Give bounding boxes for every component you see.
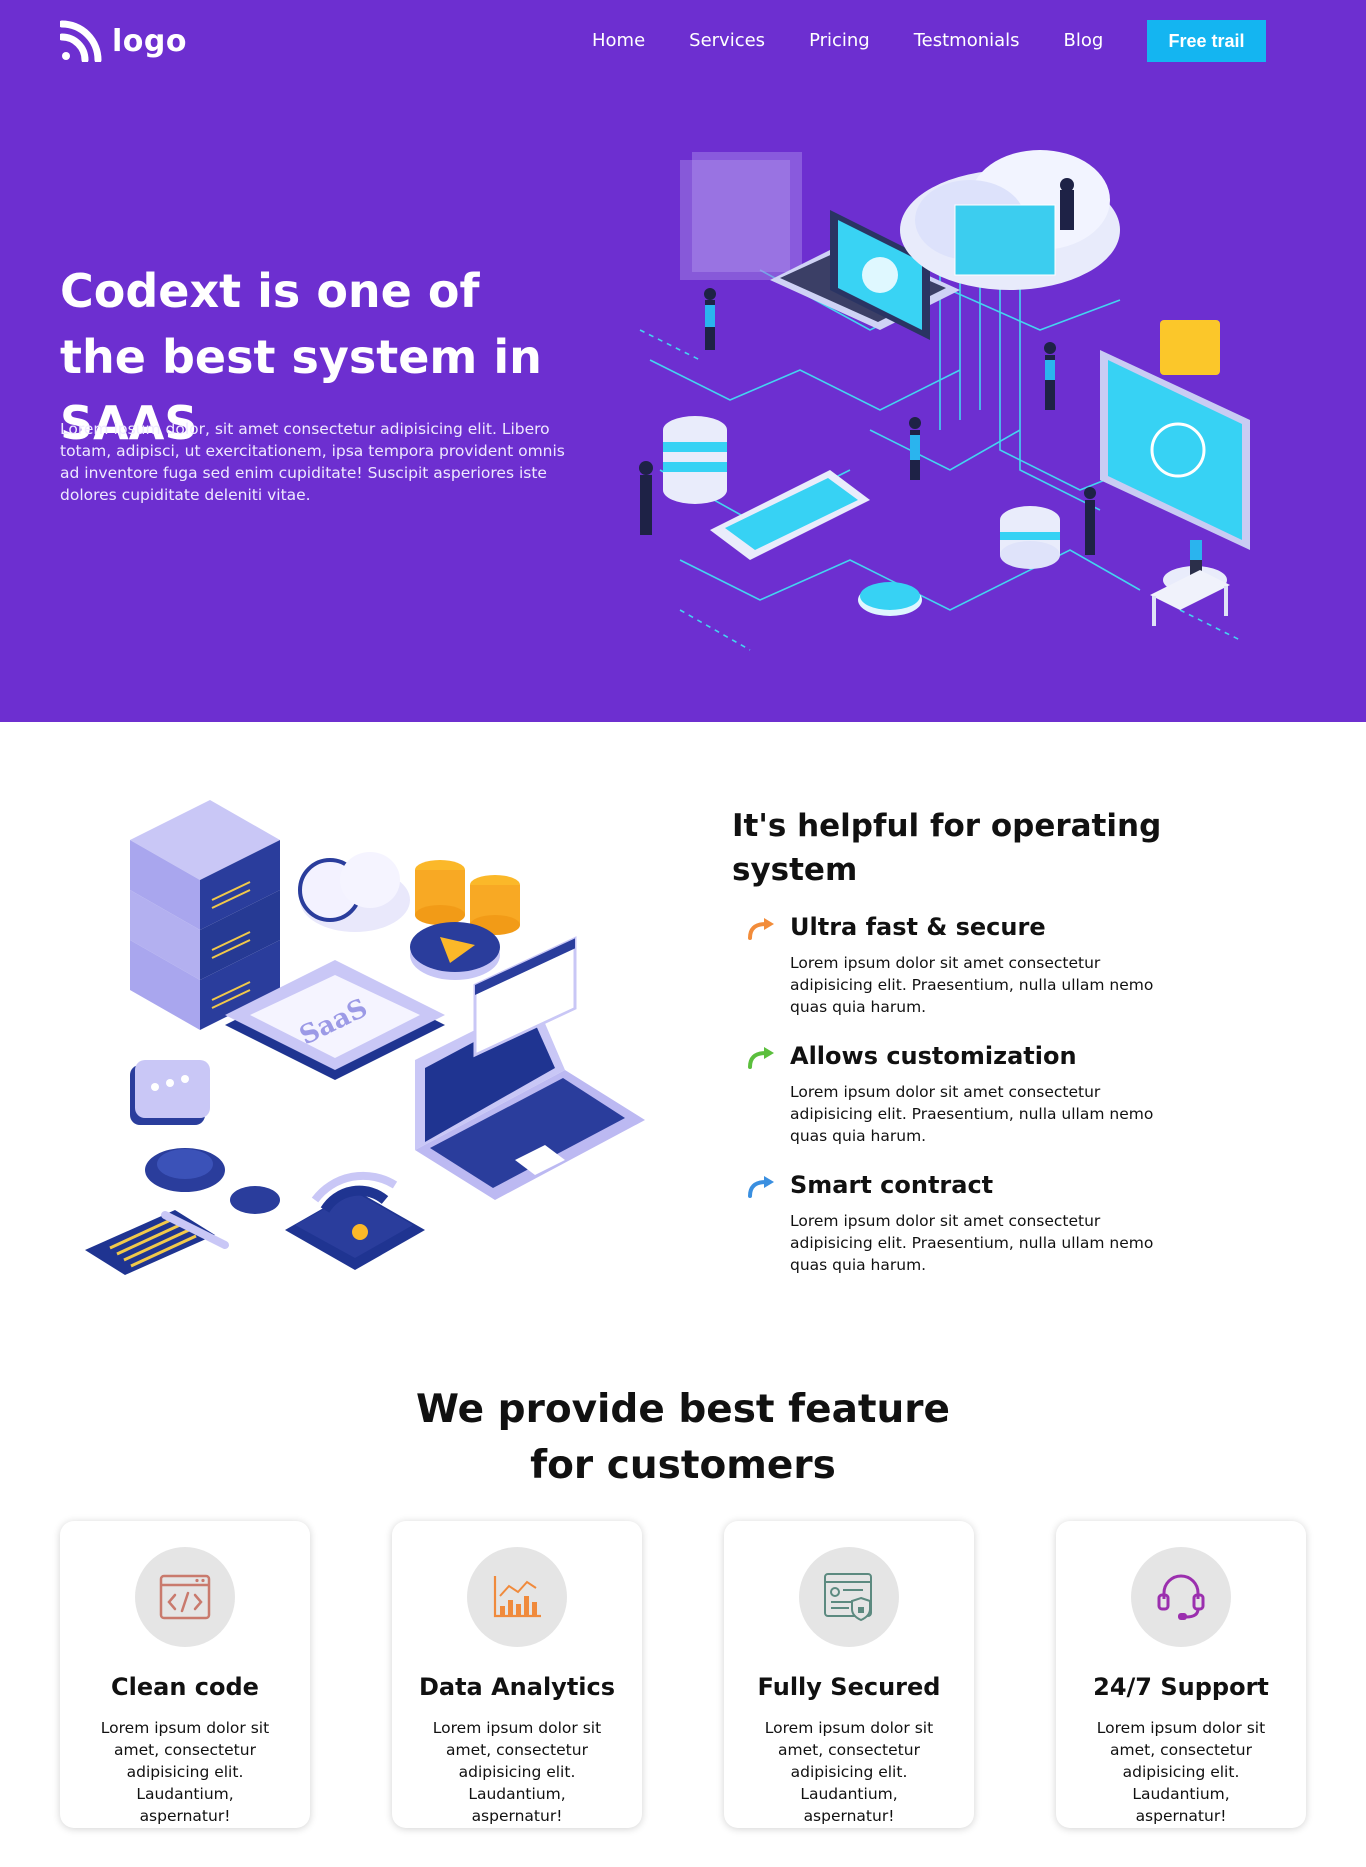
headset-icon [1157, 1574, 1205, 1620]
card-text: Lorem ipsum dolor sit amet, consectetur … [100, 1719, 270, 1825]
feature-title: Smart contract [790, 1171, 994, 1199]
hero-description: Lorem ipsum dolor, sit amet consectetur … [60, 420, 565, 504]
saas-illustration: SaaS [85, 800, 645, 1275]
feature-ultra-fast: Ultra fast & secure Lorem ipsum dolor si… [748, 912, 1168, 1018]
logo-icon [60, 20, 102, 62]
feature-customization: Allows customization Lorem ipsum dolor s… [748, 1041, 1168, 1147]
main-nav: Home Services Pricing Testmonials Blog [592, 30, 1147, 51]
feature-text: Lorem ipsum dolor sit amet consectetur a… [790, 1212, 1154, 1274]
cloud-network-illustration [639, 150, 1250, 651]
nav-item-services[interactable]: Services [689, 30, 765, 51]
feature-text: Lorem ipsum dolor sit amet consectetur a… [790, 1083, 1154, 1145]
nav-item-home[interactable]: Home [592, 30, 645, 51]
card-text: Lorem ipsum dolor sit amet, consectetur … [432, 1719, 602, 1825]
free-trial-button[interactable]: Free trail [1147, 20, 1266, 62]
nav-item-testimonials[interactable]: Testmonials [914, 30, 1020, 51]
feature-title: Allows customization [790, 1042, 1077, 1070]
logo[interactable]: logo [60, 20, 187, 62]
logo-text: logo [112, 23, 187, 59]
curved-arrow-icon [748, 918, 774, 940]
curved-arrow-icon [748, 1176, 774, 1198]
features-title: We provide best feature for customers [416, 1387, 950, 1488]
card-title: Clean code [111, 1673, 259, 1701]
hero-section: logo Home Services Pricing Testmonials B… [0, 0, 1366, 722]
curved-arrow-icon [748, 1047, 774, 1069]
card-title: 24/7 Support [1093, 1673, 1269, 1701]
bar-chart-icon [493, 1576, 541, 1618]
feature-card-clean-code: Clean code Lorem ipsum dolor sit amet, c… [60, 1521, 310, 1828]
code-window-icon [159, 1574, 211, 1620]
card-title: Data Analytics [418, 1673, 616, 1701]
card-title: Fully Secured [757, 1673, 941, 1701]
nav-item-pricing[interactable]: Pricing [809, 30, 870, 51]
nav-item-blog[interactable]: Blog [1064, 30, 1104, 51]
secure-profile-icon [824, 1573, 872, 1622]
feature-title: Ultra fast & secure [790, 913, 1046, 941]
feature-card-data-analytics: Data Analytics Lorem ipsum dolor sit ame… [392, 1521, 642, 1828]
feature-smart-contract: Smart contract Lorem ipsum dolor sit ame… [748, 1170, 1168, 1276]
feature-card-support: 24/7 Support Lorem ipsum dolor sit amet,… [1056, 1521, 1306, 1828]
feature-text: Lorem ipsum dolor sit amet consectetur a… [790, 954, 1154, 1016]
card-text: Lorem ipsum dolor sit amet, consectetur … [1096, 1719, 1266, 1825]
feature-card-fully-secured: Fully Secured Lorem ipsum dolor sit amet… [724, 1521, 974, 1828]
card-text: Lorem ipsum dolor sit amet, consectetur … [764, 1719, 934, 1825]
helpful-title: It's helpful for operating system [732, 808, 1162, 888]
